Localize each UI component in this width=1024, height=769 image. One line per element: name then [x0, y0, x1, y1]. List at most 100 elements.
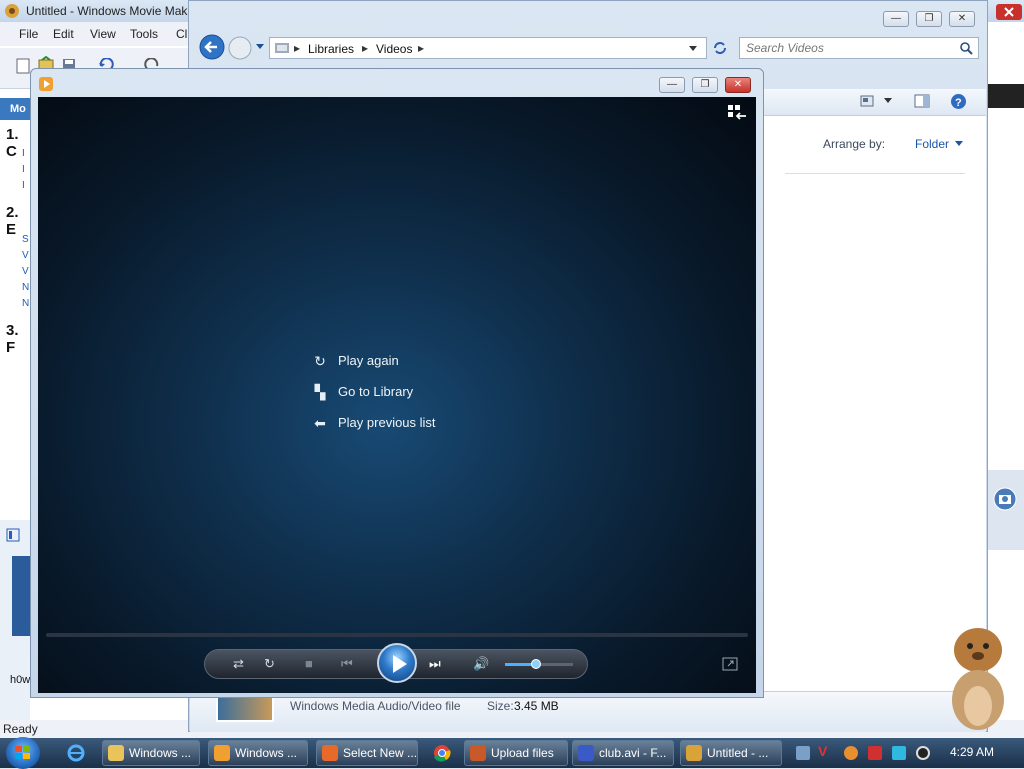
clip-caption: h0w	[10, 674, 31, 686]
play-button[interactable]	[377, 643, 417, 683]
menu-edit[interactable]: Edit	[53, 27, 74, 41]
search-icon[interactable]	[960, 42, 973, 55]
start-button[interactable]	[6, 737, 40, 769]
task-link[interactable]: N	[22, 282, 30, 293]
minimize-button[interactable]: —	[659, 77, 685, 93]
now-playing-area[interactable]: ↻ Play again ▚ Go to Library ⬅ Play prev…	[38, 97, 756, 693]
fullscreen-icon[interactable]	[722, 657, 738, 671]
file-type-text: Windows Media Audio/Video file	[290, 699, 461, 713]
task-link[interactable]: V	[22, 250, 30, 261]
play-again-option[interactable]: ↻ Play again	[314, 351, 399, 371]
desktop-mascot-image	[952, 628, 1004, 730]
search-input[interactable]: Search Videos	[746, 41, 824, 55]
taskbar-button[interactable]: Untitled - ...	[680, 740, 782, 766]
seek-bar[interactable]	[46, 633, 748, 637]
help-icon[interactable]: ?	[950, 93, 967, 110]
task-link[interactable]: V	[22, 266, 30, 277]
search-tray-icon[interactable]	[844, 746, 858, 760]
chrome-icon[interactable]	[433, 744, 451, 762]
media-player-window: — ❐ ✕ ↻ Play again ▚ Go to Library ⬅ Pla…	[30, 68, 764, 698]
internet-explorer-icon[interactable]	[67, 744, 85, 762]
task-link[interactable]: S	[22, 234, 30, 245]
task-link[interactable]: I	[22, 148, 30, 159]
view-options-chevron-icon[interactable]	[884, 98, 892, 104]
close-button[interactable]: ✕	[725, 77, 751, 93]
storyboard-toggle-icon[interactable]	[6, 528, 20, 542]
flag-tray-icon[interactable]	[868, 746, 882, 760]
shuffle-icon[interactable]: ⇄	[233, 657, 244, 671]
volume-icon[interactable]: 🔊	[473, 657, 489, 671]
libraries-icon	[275, 43, 289, 53]
forward-arrow-icon[interactable]	[228, 36, 252, 60]
task-link[interactable]: I	[22, 164, 30, 175]
address-bar[interactable]: ▸ Libraries ▸ Videos ▸	[269, 37, 707, 59]
menu-tools[interactable]: Tools	[130, 27, 158, 41]
breadcrumb-videos[interactable]: Videos	[376, 42, 412, 56]
taskbar: Windows ... Windows ... Select New ... Uplo…	[0, 737, 1024, 769]
address-history-chevron-icon[interactable]	[688, 45, 698, 53]
taskbar-button-label: Windows ...	[235, 746, 298, 760]
network-tray-icon[interactable]	[796, 746, 810, 760]
previous-icon[interactable]: ⏮	[341, 657, 353, 671]
close-button[interactable]: ✕	[949, 11, 975, 27]
go-to-library-option[interactable]: ▚ Go to Library	[315, 382, 414, 402]
switch-to-library-icon[interactable]	[728, 105, 746, 121]
task-section-finish[interactable]: 3. F	[6, 322, 30, 356]
taskbar-clock[interactable]: 4:29 AM	[950, 745, 994, 759]
taskbar-button-label: Untitled - ...	[707, 746, 769, 760]
back-arrow-icon[interactable]	[199, 34, 225, 60]
background-window-strip	[988, 84, 1024, 108]
volume-slider-thumb[interactable]	[530, 659, 541, 669]
arrange-by-label: Arrange by:	[823, 137, 886, 151]
breadcrumb-separator-icon[interactable]: ▸	[362, 41, 368, 55]
video-thumbnail	[216, 696, 274, 722]
task-section-edit[interactable]: 2. E	[6, 204, 30, 238]
maximize-button[interactable]: ❐	[916, 11, 942, 27]
menu-file[interactable]: File	[19, 27, 38, 41]
taskbar-button[interactable]: Upload files	[464, 740, 568, 766]
breadcrumb-separator-icon[interactable]: ▸	[418, 41, 424, 55]
clip-thumbnail[interactable]	[12, 556, 30, 636]
next-icon[interactable]: ⏭	[429, 657, 441, 671]
movie-tasks-pane: Mo 1. C I I I 2. E S V V N N 3. F	[0, 98, 40, 518]
file-size-value: 3.45 MB	[514, 699, 559, 713]
taskbar-button-label: Select New ...	[343, 746, 418, 760]
taskbar-button-label: Windows ...	[129, 746, 192, 760]
repeat-icon[interactable]: ↻	[264, 657, 275, 671]
movie-maker-menubar: File Edit View Tools Cli	[0, 22, 200, 46]
menu-view[interactable]: View	[90, 27, 116, 41]
arrange-by-chevron-icon[interactable]	[955, 141, 963, 147]
stop-icon[interactable]: ■	[305, 657, 313, 671]
breadcrumb-libraries[interactable]: Libraries	[308, 42, 354, 56]
task-link[interactable]: I	[22, 180, 30, 191]
task-link[interactable]: N	[22, 298, 30, 309]
arrange-by-dropdown[interactable]: Folder	[915, 137, 949, 151]
change-view-icon[interactable]	[860, 95, 874, 107]
play-previous-list-option[interactable]: ⬅ Play previous list	[314, 413, 435, 433]
storyboard-strip: h0w	[0, 520, 30, 720]
media-player-icon	[39, 77, 53, 91]
camera-icon[interactable]	[992, 486, 1018, 512]
close-button[interactable]	[996, 4, 1022, 20]
playback-controls: ⇄ ↻ ■ ⏮ ⏭ 🔊	[204, 643, 588, 683]
taskbar-button[interactable]: Windows ...	[102, 740, 200, 766]
taskbar-button[interactable]: club.avi - F...	[572, 740, 674, 766]
taskbar-button[interactable]: Select New ...	[316, 740, 418, 766]
media-player-icon	[214, 745, 230, 761]
search-box[interactable]: Search Videos	[739, 37, 979, 59]
refresh-icon[interactable]	[711, 39, 729, 57]
volume-tray-icon[interactable]	[916, 746, 930, 760]
divider	[785, 173, 965, 174]
video-file-icon	[578, 745, 594, 761]
svg-text:?: ?	[955, 97, 962, 109]
new-project-icon[interactable]	[16, 58, 30, 74]
minimize-button[interactable]: —	[883, 11, 909, 27]
recent-pages-chevron-icon[interactable]	[255, 43, 265, 51]
preview-pane-icon[interactable]	[914, 94, 930, 108]
volume-slider[interactable]	[505, 659, 573, 669]
taskbar-button[interactable]: Windows ...	[208, 740, 308, 766]
display-tray-icon[interactable]	[892, 746, 906, 760]
maximize-button[interactable]: ❐	[692, 77, 718, 93]
breadcrumb-separator-icon[interactable]: ▸	[294, 41, 300, 55]
antivirus-tray-icon[interactable]: V	[818, 743, 827, 759]
